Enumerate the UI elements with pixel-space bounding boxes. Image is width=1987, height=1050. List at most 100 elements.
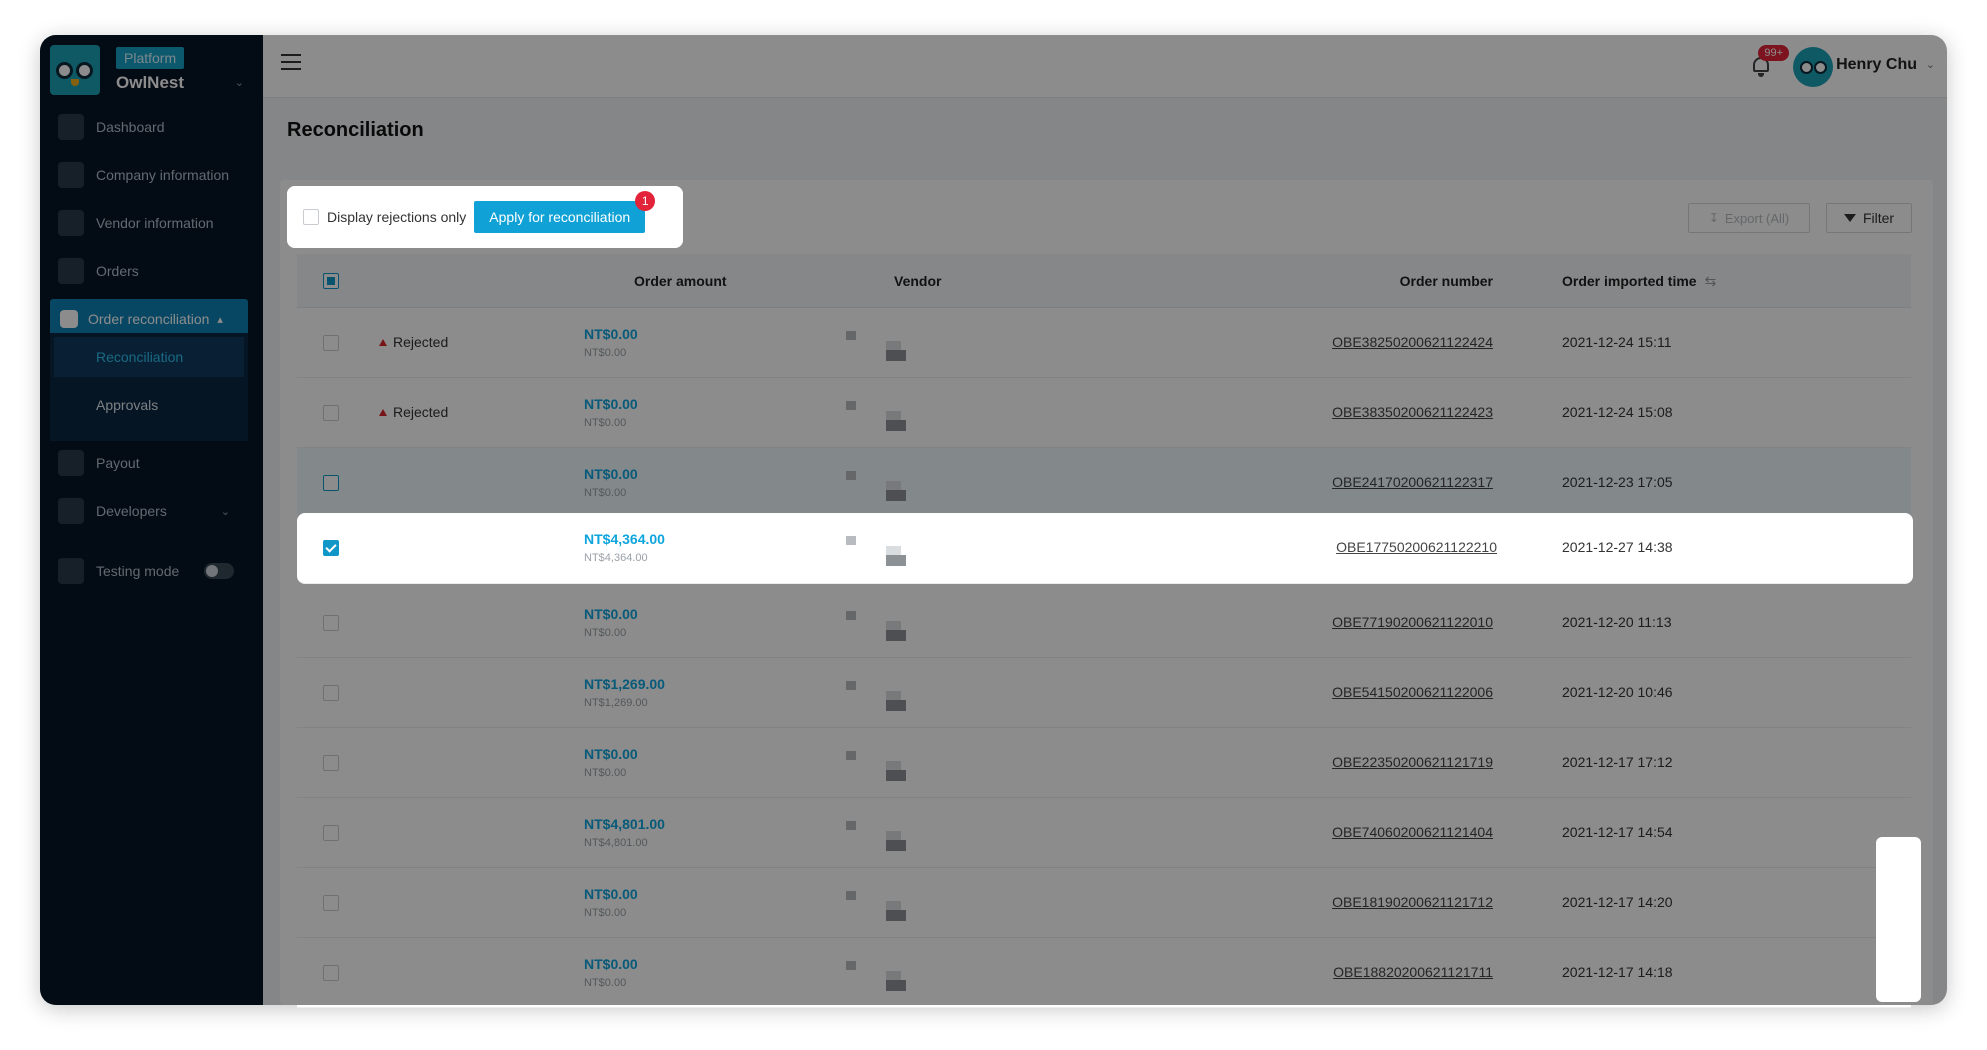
flask-icon [58,558,84,584]
brand-name: OwlNest [116,73,185,92]
vendor-logo-icon [846,398,906,431]
table-row[interactable]: NT$0.00 NT$0.00 OBE77190200621122010 2021-1… [297,588,1911,658]
order-imported-time: 2021-12-20 11:13 [1562,614,1672,630]
vendor-logo-icon [846,608,906,641]
sidebar-item-label: Dashboard [96,119,165,135]
col-order-imported-time[interactable]: Order imported time ⇆ [1562,254,1716,308]
order-amount-secondary: NT$0.00 [584,977,627,989]
sidebar-item-payout[interactable]: Payout [50,443,248,483]
chart-icon [58,114,84,140]
filter-button[interactable]: Filter [1826,203,1912,233]
sidebar-item-label: Company information [96,167,230,183]
rejections-only-label: Display rejections only [327,209,467,225]
select-all-checkbox[interactable] [323,273,339,294]
order-amount-secondary: NT$1,269.00 [584,697,648,709]
orders-icon [58,258,84,284]
order-amount: NT$0.00 [584,396,638,412]
sidebar-subitem-approvals[interactable]: Approvals [50,385,248,425]
testing-mode-toggle[interactable] [204,563,234,579]
order-imported-time: 2021-12-27 14:38 [1562,539,1673,555]
order-number-link[interactable]: OBE22350200621121719 [1332,754,1493,770]
order-amount-secondary: NT$0.00 [584,767,627,779]
order-number-link[interactable]: OBE38250200621122424 [1332,334,1493,350]
order-imported-time: 2021-12-23 17:05 [1562,474,1673,490]
table-row[interactable]: NT$0.00 NT$0.00 OBE24170200621122317 2021-1… [297,448,1911,518]
order-imported-time: 2021-12-17 14:54 [1562,824,1673,840]
toolbar: Display rejections only Apply for reconc… [287,186,683,248]
sidebar-item-label: Developers [96,503,167,519]
order-number-link[interactable]: OBE74060200621121404 [1332,824,1493,840]
row-checkbox[interactable] [323,615,339,636]
code-icon [58,498,84,524]
sidebar-item-label: Payout [96,455,140,471]
chevron-down-icon: ⌄ [234,77,244,89]
owl-logo-icon [50,45,100,95]
table-row[interactable]: NT$4,364.00 NT$4,364.00 OBE177502006211222… [297,513,1913,584]
export-label: Export (All) [1724,210,1790,226]
row-checkbox[interactable] [323,755,339,776]
col-order-amount: Order amount [634,273,727,289]
brand-switcher[interactable]: Platform OwlNest ⌄ [50,43,260,99]
table-row[interactable]: NT$1,269.00 NT$1,269.00 OBE541502006211220… [297,658,1911,728]
hamburger-menu-icon[interactable] [281,54,301,70]
sidebar-item-vendor-information[interactable]: Vendor information [50,203,248,243]
col-order-number: Order number [1399,273,1493,289]
chevron-down-icon[interactable]: ⌄ [1926,58,1935,71]
order-imported-time: 2021-12-20 10:46 [1562,684,1673,700]
testing-mode-label: Testing mode [96,563,180,579]
row-checkbox[interactable] [323,895,339,916]
reconciliation-icon [60,310,78,328]
rejections-only-checkbox[interactable] [303,209,319,225]
table-row[interactable]: NT$0.00 NT$0.00 OBE18190200621121712 2021-1… [297,868,1911,938]
col-label: Order imported time [1562,273,1697,289]
vendor-logo-icon [846,328,906,361]
row-checkbox[interactable] [323,685,339,706]
sidebar-item-orders[interactable]: Orders [50,251,248,291]
chevron-up-icon: ▴ [217,313,223,326]
table-header: Order amount Vendor Order number Order i… [297,254,1911,308]
row-checkbox[interactable] [323,335,339,356]
sidebar-item-company-information[interactable]: Company information [50,155,248,195]
sidebar-subitem-label: Approvals [96,397,159,413]
sidebar-item-dashboard[interactable]: Dashboard [50,107,248,147]
order-number-link[interactable]: OBE54150200621122006 [1332,684,1493,700]
order-number-link[interactable]: OBE18820200621121711 [1333,964,1493,980]
filter-label: Filter [1862,210,1895,226]
order-amount-secondary: NT$4,364.00 [584,552,648,564]
order-number-link[interactable]: OBE24170200621122317 [1332,474,1493,490]
vendor-logo-icon [846,958,906,991]
order-amount-secondary: NT$0.00 [584,907,627,919]
table-row[interactable]: Rejected NT$0.00 NT$0.00 OBE383502006211224… [297,378,1911,448]
table-row[interactable]: NT$0.00 NT$0.00 OBE18820200621121711 2021-1… [297,938,1911,1008]
order-amount: NT$0.00 [584,746,638,762]
row-checkbox[interactable] [323,540,339,561]
row-checkbox[interactable] [323,475,339,496]
order-amount: NT$0.00 [584,886,638,902]
row-checkbox[interactable] [323,405,339,426]
building-icon [58,162,84,188]
table-row[interactable]: NT$0.00 NT$0.00 OBE22350200621121719 2021-1… [297,728,1911,798]
order-amount: NT$0.00 [584,326,638,342]
row-checkbox[interactable] [323,965,339,986]
table-row[interactable]: Rejected NT$0.00 NT$0.00 OBE382502006211224… [297,308,1911,378]
col-vendor: Vendor [894,273,942,289]
order-number-link[interactable]: OBE17750200621122210 [1336,539,1497,555]
table-row[interactable]: NT$4,801.00 NT$4,801.00 OBE740602006211214… [297,798,1911,868]
order-number-link[interactable]: OBE18190200621121712 [1332,894,1493,910]
order-number-link[interactable]: OBE77190200621122010 [1332,614,1493,630]
vendor-icon [58,210,84,236]
avatar[interactable] [1793,47,1833,87]
side-panel [1876,837,1921,1002]
order-imported-time: 2021-12-24 15:08 [1562,404,1673,420]
row-checkbox[interactable] [323,825,339,846]
sidebar-item-developers[interactable]: Developers ⌄ [50,491,248,531]
user-name[interactable]: Henry Chu [1836,56,1917,74]
order-amount: NT$4,364.00 [584,531,665,547]
sidebar-subitem-label: Reconciliation [96,349,184,365]
download-icon: ↧ [1708,211,1719,225]
order-amount-secondary: NT$0.00 [584,627,627,639]
apply-reconciliation-button[interactable]: Apply for reconciliation 1 [474,191,656,233]
export-all-button[interactable]: ↧ Export (All) [1688,203,1810,233]
order-number-link[interactable]: OBE38350200621122423 [1332,404,1493,420]
sidebar-subitem-reconciliation[interactable]: Reconciliation [54,337,244,377]
